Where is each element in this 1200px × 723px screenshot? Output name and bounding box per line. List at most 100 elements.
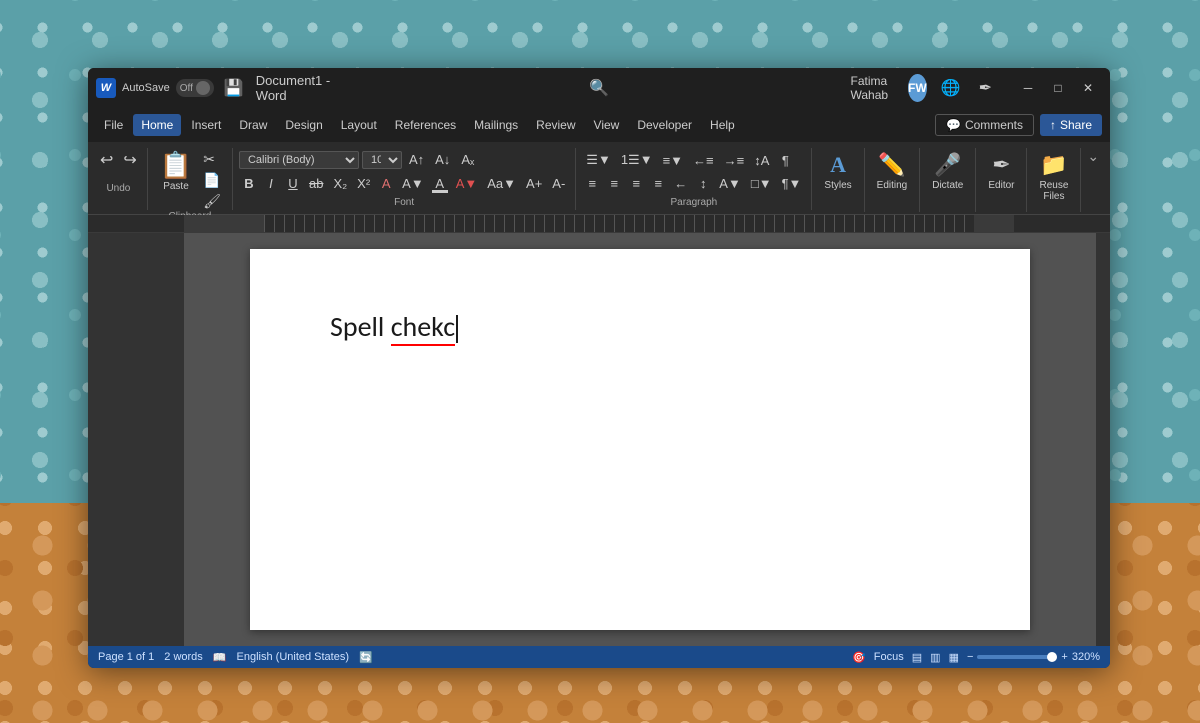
font-color-dropdown[interactable]: A▼ [398, 174, 428, 193]
read-mode-icon[interactable]: 📖 [213, 651, 227, 664]
word-icon: W [96, 78, 116, 98]
ltr-button[interactable]: ← [670, 174, 691, 193]
borders-button[interactable]: □▼ [747, 174, 776, 193]
layout-view-2[interactable]: ▥ [930, 651, 940, 664]
menu-layout[interactable]: Layout [333, 114, 385, 136]
copy-button[interactable]: 📄 [200, 171, 224, 190]
format-painter-button[interactable]: 🖌 [200, 192, 224, 211]
close-button[interactable]: ✕ [1074, 76, 1102, 100]
menu-home[interactable]: Home [133, 114, 181, 136]
ruler-right-margin [974, 215, 1014, 232]
increase-indent-button[interactable]: →≡ [720, 151, 749, 170]
multilevel-button[interactable]: ≡▼ [659, 151, 687, 170]
grow-font[interactable]: A+ [522, 174, 546, 193]
minimize-button[interactable]: ─ [1014, 76, 1042, 100]
document-scroll-area[interactable]: Spell chekc [184, 233, 1096, 646]
bullets-button[interactable]: ☰▼ [582, 150, 615, 170]
paragraph-label: Paragraph [582, 197, 805, 208]
status-bar: Page 1 of 1 2 words 📖 English (United St… [88, 646, 1110, 668]
strikethrough-button[interactable]: ab [305, 174, 327, 193]
zoom-slider[interactable] [977, 655, 1057, 659]
ribbon-content: ↩ ↪ Undo 📋 Paste ✂ 📄 🖌 [96, 146, 1102, 214]
document-area: Spell chekc [88, 233, 1110, 646]
styles-button[interactable]: A Styles [818, 150, 857, 193]
reuse-files-icon: 📁 [1040, 152, 1067, 178]
menu-mailings[interactable]: Mailings [466, 114, 526, 136]
menu-references[interactable]: References [387, 114, 464, 136]
editor-button[interactable]: ✒ Editor [982, 150, 1020, 193]
pen-icon[interactable]: ✒ [975, 76, 996, 100]
text-effects-button[interactable]: A [376, 174, 396, 193]
menu-review[interactable]: Review [528, 114, 583, 136]
sort-button[interactable]: ↕A [750, 151, 773, 170]
menu-design[interactable]: Design [277, 114, 330, 136]
paste-button[interactable]: 📋 Paste [156, 148, 196, 194]
cut-button[interactable]: ✂ [200, 150, 224, 169]
undo-label: Undo [106, 183, 130, 194]
menu-help[interactable]: Help [702, 114, 743, 136]
window-controls: ─ □ ✕ [1014, 76, 1102, 100]
menu-developer[interactable]: Developer [629, 114, 700, 136]
maximize-button[interactable]: □ [1044, 76, 1072, 100]
focus-icon[interactable]: 🎯 [852, 651, 866, 664]
language[interactable]: English (United States) [237, 651, 350, 663]
globe-icon[interactable]: 🌐 [937, 76, 965, 100]
track-changes-icon[interactable]: 🔄 [359, 651, 373, 664]
search-bar[interactable]: 🔍 [584, 76, 614, 100]
undo-button[interactable]: ↩ [96, 148, 117, 172]
menu-file[interactable]: File [96, 114, 131, 136]
superscript-button[interactable]: X² [353, 174, 374, 193]
show-marks-button[interactable]: ¶ [775, 151, 795, 170]
layout-view-3[interactable]: ▦ [949, 651, 959, 664]
clear-format-button[interactable]: Aₓ [457, 150, 478, 169]
menu-view[interactable]: View [586, 114, 628, 136]
bold-button[interactable]: B [239, 174, 259, 193]
zoom-in-button[interactable]: + [1061, 651, 1067, 663]
redo-button[interactable]: ↪ [119, 148, 140, 172]
misspelled-word: chekc [391, 309, 455, 346]
line-spacing-button[interactable]: ↕ [693, 174, 713, 193]
dictate-button[interactable]: 🎤 Dictate [926, 150, 969, 193]
font-size-aa[interactable]: Aa▼ [483, 174, 520, 193]
font-size-select[interactable]: 10 [362, 151, 402, 169]
shrink-font[interactable]: A- [548, 174, 569, 193]
highlight-color-button[interactable]: A [430, 174, 450, 193]
comments-label: Comments [965, 118, 1023, 132]
ribbon-collapse-button[interactable]: ⌄ [1081, 148, 1105, 165]
decrease-font-button[interactable]: A↓ [431, 150, 454, 169]
increase-font-button[interactable]: A↑ [405, 150, 428, 169]
underline-button[interactable]: U [283, 174, 303, 193]
align-left-button[interactable]: ≡ [582, 174, 602, 193]
justify-button[interactable]: ≡ [648, 174, 668, 193]
editing-button[interactable]: ✏️ Editing [871, 150, 914, 193]
font-group: Calibri (Body) 10 A↑ A↓ Aₓ B I U ab X₂ X… [233, 148, 576, 210]
para-marks-button[interactable]: ¶▼ [778, 174, 806, 193]
font-label: Font [239, 197, 569, 208]
focus-label[interactable]: Focus [874, 651, 904, 663]
zoom-controls: − + 320% [967, 651, 1100, 663]
shading-button[interactable]: A▼ [715, 174, 745, 193]
italic-button[interactable]: I [261, 174, 281, 193]
subscript-button[interactable]: X₂ [329, 174, 351, 193]
font-color-button[interactable]: A▼ [452, 174, 482, 193]
autosave-toggle[interactable]: Off [176, 79, 214, 97]
decrease-indent-button[interactable]: ←≡ [689, 151, 718, 170]
align-center-button[interactable]: ≡ [604, 174, 624, 193]
comments-button[interactable]: 💬 Comments [935, 114, 1034, 136]
share-button[interactable]: ↑ Share [1040, 114, 1102, 136]
font-family-select[interactable]: Calibri (Body) [239, 151, 359, 169]
ribbon: ↩ ↪ Undo 📋 Paste ✂ 📄 🖌 [88, 142, 1110, 215]
document-title: Document1 - Word [256, 73, 348, 103]
save-icon[interactable]: 💾 [224, 78, 244, 98]
page[interactable]: Spell chekc [250, 249, 1030, 630]
paste-icon: 📋 [160, 150, 192, 181]
layout-view-1[interactable]: ▤ [912, 651, 922, 664]
numbering-button[interactable]: 1☰▼ [617, 150, 657, 170]
menu-insert[interactable]: Insert [183, 114, 229, 136]
align-right-button[interactable]: ≡ [626, 174, 646, 193]
menu-draw[interactable]: Draw [231, 114, 275, 136]
styles-label: Styles [824, 180, 851, 191]
zoom-out-button[interactable]: − [967, 651, 973, 663]
text-cursor [456, 315, 458, 343]
reuse-files-button[interactable]: 📁 Reuse Files [1033, 150, 1074, 204]
